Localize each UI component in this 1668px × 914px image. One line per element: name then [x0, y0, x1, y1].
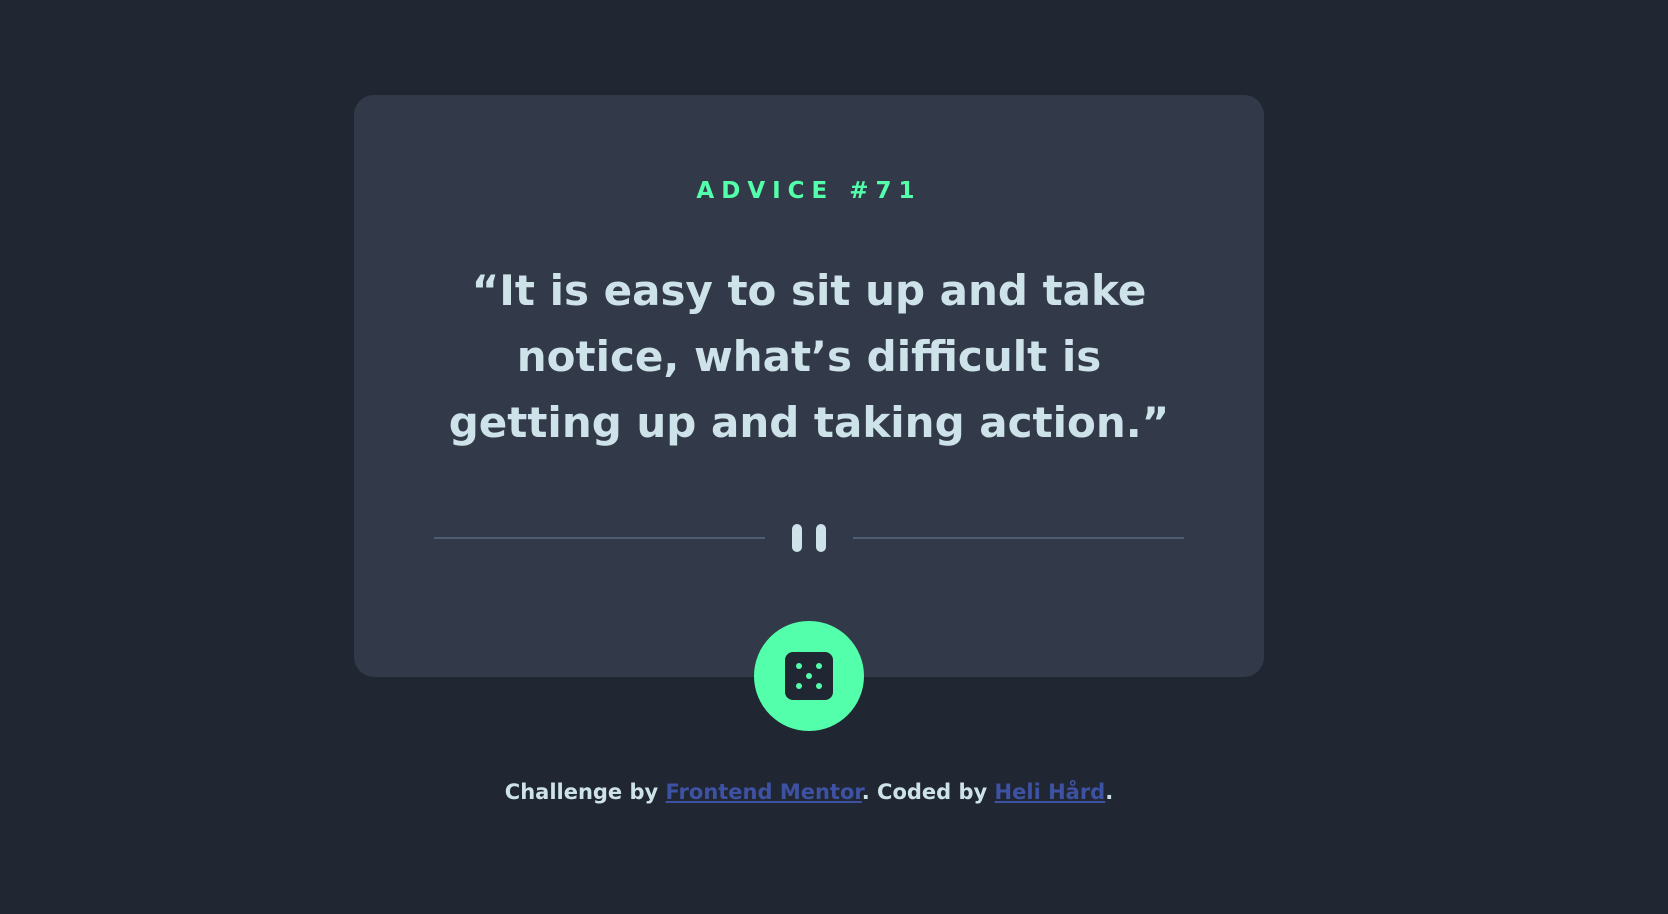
dice-icon: [785, 652, 833, 700]
frontend-mentor-link[interactable]: Frontend Mentor: [666, 780, 862, 804]
new-advice-button[interactable]: [754, 621, 864, 731]
author-link[interactable]: Heli Hård: [995, 780, 1106, 804]
attribution: Challenge by Frontend Mentor. Coded by H…: [0, 780, 1618, 804]
attribution-middle: . Coded by: [861, 780, 995, 804]
attribution-suffix: .: [1105, 780, 1114, 804]
pattern-divider: [434, 522, 1184, 554]
advice-id-label: ADVICE #71: [696, 178, 922, 204]
advice-quote: “It is easy to sit up and take notice, w…: [448, 266, 1170, 447]
pause-icon: [792, 524, 826, 552]
divider-line-left: [434, 537, 765, 539]
divider-line-right: [853, 537, 1184, 539]
page: ADVICE #71 “It is easy to sit up and tak…: [0, 0, 1668, 914]
attribution-prefix: Challenge by: [504, 780, 666, 804]
